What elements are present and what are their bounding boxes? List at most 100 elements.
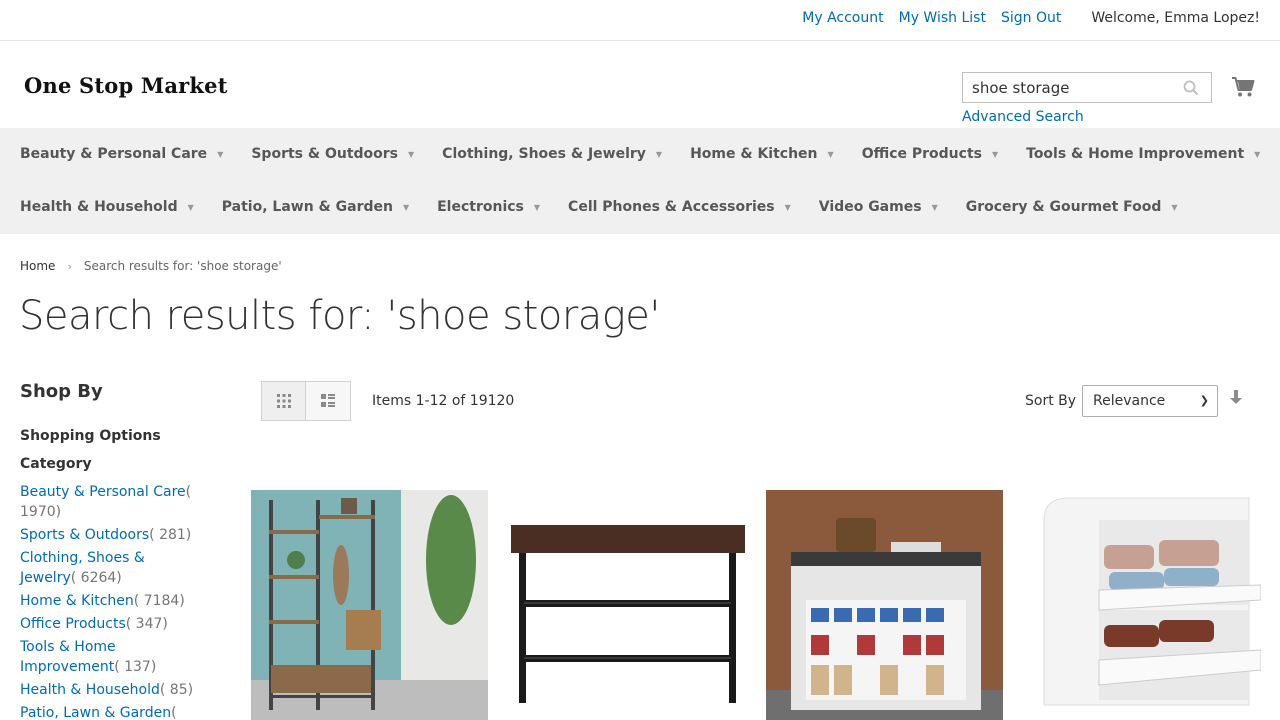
grid-view-button[interactable]	[261, 381, 306, 421]
store-logo[interactable]: One Stop Market	[24, 73, 228, 98]
list-item: Patio, Lawn & Garden( 63)	[20, 703, 200, 720]
category-list: Beauty & Personal Care( 1970) Sports & O…	[20, 482, 200, 720]
breadcrumb-home[interactable]: Home	[20, 259, 55, 273]
category-nav: Beauty & Personal Care ▼ Sports & Outdoor…	[0, 128, 1280, 234]
list-item: Tools & Home Improvement( 137)	[20, 637, 200, 677]
nav-item-tools[interactable]: Tools & Home Improvement ▼	[1026, 146, 1260, 162]
category-count: ( 347)	[125, 616, 168, 632]
hall-tree-image	[251, 490, 488, 720]
nav-label: Electronics	[437, 199, 524, 215]
chevron-right-icon: ›	[67, 259, 72, 273]
nav-label: Office Products	[861, 146, 982, 162]
category-filter-toggle[interactable]: Category	[20, 456, 92, 472]
nav-item-office[interactable]: Office Products ▼	[862, 146, 998, 162]
category-link[interactable]: Tools & Home Improvement	[20, 639, 116, 675]
nav-label: Tools & Home Improvement	[1026, 146, 1245, 162]
caret-down-icon: ▼	[784, 202, 791, 212]
welcome-message: Welcome, Emma Lopez!	[1091, 10, 1260, 26]
caret-down-icon: ▼	[991, 149, 999, 159]
nav-item-sports[interactable]: Sports & Outdoors ▼	[251, 146, 414, 162]
breadcrumb: Home › Search results for: 'shoe storage…	[20, 259, 282, 273]
nav-row-2: Health & Household ▼ Patio, Lawn & Garden…	[20, 199, 1206, 215]
search-icon[interactable]	[1183, 80, 1199, 96]
sort-direction-arrow-icon[interactable]	[1229, 390, 1243, 406]
list-item: Sports & Outdoors( 281)	[20, 525, 200, 545]
nav-label: Sports & Outdoors	[251, 146, 399, 162]
list-view-button[interactable]	[306, 381, 351, 421]
shop-by-heading: Shop By	[20, 381, 103, 402]
top-bar: My Account My Wish List Sign Out Welcome…	[0, 0, 1280, 41]
nav-item-electronics[interactable]: Electronics ▼	[437, 199, 540, 215]
nav-item-grocery[interactable]: Grocery & Gourmet Food ▼	[966, 199, 1178, 215]
list-item: Clothing, Shoes & Jewelry( 6264)	[20, 548, 200, 588]
category-count: ( 85)	[159, 682, 194, 698]
breadcrumb-current: Search results for: 'shoe storage'	[83, 259, 282, 273]
sort-label: Sort By	[1025, 393, 1077, 409]
search-input[interactable]	[963, 73, 1173, 102]
nav-item-health[interactable]: Health & Household ▼	[20, 199, 194, 215]
my-account-link[interactable]: My Account	[802, 10, 883, 26]
caret-down-icon: ▼	[533, 202, 541, 212]
product-grid	[251, 490, 1280, 720]
caret-down-icon: ▼	[1171, 202, 1178, 212]
category-link[interactable]: Sports & Outdoors	[20, 527, 149, 543]
grid-icon	[276, 394, 291, 408]
list-item: Office Products( 347)	[20, 614, 200, 634]
nav-label: Health & Household	[20, 199, 178, 215]
product-image[interactable]	[1024, 490, 1261, 720]
nav-label: Patio, Lawn & Garden	[221, 199, 393, 215]
shoe-bench-image	[509, 490, 746, 720]
chevron-down-icon: ❯	[1199, 394, 1209, 407]
nav-label: Grocery & Gourmet Food	[965, 199, 1162, 215]
caret-down-icon: ▼	[655, 149, 663, 159]
advanced-search-link[interactable]: Advanced Search	[962, 109, 1084, 125]
nav-item-clothing[interactable]: Clothing, Shoes & Jewelry ▼	[442, 146, 662, 162]
white-shoe-cabinet-image	[1024, 490, 1261, 720]
sign-out-link[interactable]: Sign Out	[1001, 10, 1061, 26]
category-link[interactable]: Beauty & Personal Care	[20, 484, 186, 500]
nav-label: Cell Phones & Accessories	[568, 199, 775, 215]
caret-down-icon: ▼	[1254, 149, 1261, 159]
sort-by-value: Relevance	[1093, 393, 1166, 409]
list-icon	[321, 394, 335, 407]
view-mode-switcher	[261, 381, 351, 421]
category-link[interactable]: Home & Kitchen	[20, 593, 134, 609]
category-count: ( 281)	[149, 527, 192, 543]
caret-down-icon: ▼	[187, 202, 194, 212]
caret-down-icon: ▼	[408, 149, 415, 159]
category-link[interactable]: Patio, Lawn & Garden	[20, 705, 171, 720]
product-image[interactable]	[251, 490, 488, 720]
cart-icon[interactable]	[1231, 76, 1255, 98]
list-item: Home & Kitchen( 7184)	[20, 591, 200, 611]
page-title: Search results for: 'shoe storage'	[19, 293, 660, 339]
shopping-options-heading: Shopping Options	[20, 428, 161, 444]
product-image[interactable]	[766, 490, 1003, 720]
header-links: My Account My Wish List Sign Out Welcome…	[787, 10, 1260, 26]
caret-down-icon: ▼	[827, 149, 834, 159]
nav-item-patio[interactable]: Patio, Lawn & Garden ▼	[222, 199, 409, 215]
search-box	[962, 72, 1212, 103]
caret-down-icon: ▼	[402, 202, 410, 212]
category-link[interactable]: Office Products	[20, 616, 126, 632]
items-count: Items 1-12 of 19120	[372, 393, 515, 409]
caret-down-icon: ▼	[931, 202, 938, 212]
nav-item-cell-phones[interactable]: Cell Phones & Accessories ▼	[568, 199, 791, 215]
product-image[interactable]	[509, 490, 746, 720]
category-link[interactable]: Health & Household	[20, 682, 160, 698]
nav-item-home-kitchen[interactable]: Home & Kitchen ▼	[690, 146, 834, 162]
sort-by-select[interactable]: Relevance ❯	[1082, 385, 1218, 417]
list-item: Health & Household( 85)	[20, 680, 200, 700]
nav-row-1: Beauty & Personal Care ▼ Sports & Outdoor…	[20, 146, 1280, 162]
nav-label: Home & Kitchen	[690, 146, 818, 162]
list-item: Beauty & Personal Care( 1970)	[20, 482, 200, 522]
category-count: ( 6264)	[70, 570, 122, 586]
nav-label: Video Games	[818, 199, 922, 215]
category-count: ( 7184)	[133, 593, 185, 609]
my-wish-list-link[interactable]: My Wish List	[899, 10, 986, 26]
shoe-cabinet-image	[766, 490, 1003, 720]
nav-item-beauty[interactable]: Beauty & Personal Care ▼	[20, 146, 223, 162]
caret-down-icon: ▼	[217, 149, 224, 159]
category-count: ( 137)	[114, 659, 157, 675]
nav-label: Clothing, Shoes & Jewelry	[442, 146, 646, 162]
nav-item-video-games[interactable]: Video Games ▼	[819, 199, 938, 215]
